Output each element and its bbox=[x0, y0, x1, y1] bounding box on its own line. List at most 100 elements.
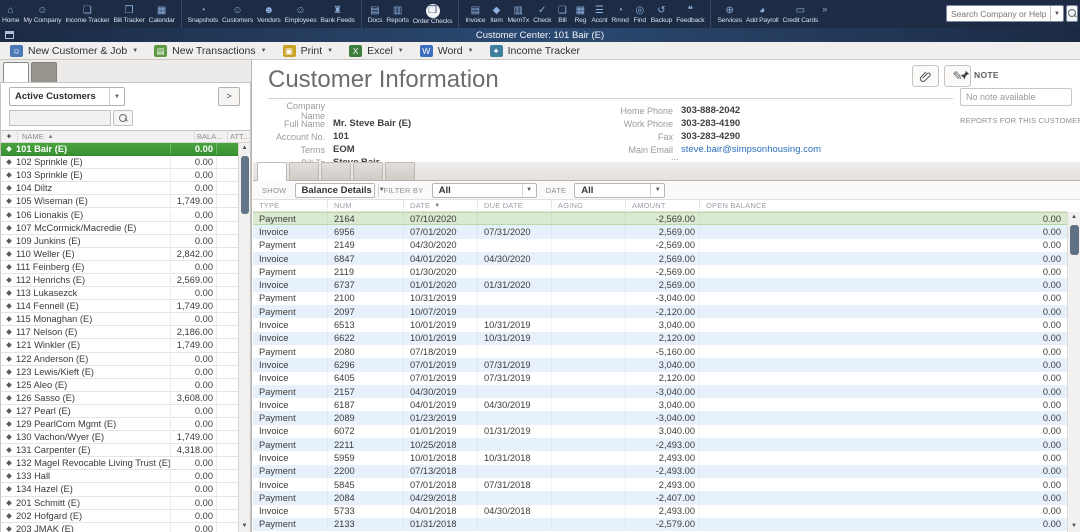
toolbar-item[interactable]: ❝ Feedback bbox=[674, 0, 711, 28]
transaction-row[interactable]: Invoice 5959 10/01/2018 10/31/2018 2,493… bbox=[253, 451, 1067, 464]
transaction-row[interactable]: Payment 2119 01/30/2020 -2,569.00 0.00 bbox=[253, 265, 1067, 278]
toolbar-item[interactable]: ❏ Income Tracker bbox=[63, 0, 111, 28]
due-date-column-header[interactable]: DUE DATE bbox=[477, 201, 551, 210]
customer-row[interactable]: 129 PearlCom Mgmt (E) 0.00 bbox=[1, 418, 238, 431]
transaction-row[interactable]: Payment 2080 07/18/2019 -5,160.00 0.00 bbox=[253, 345, 1067, 358]
customer-row[interactable]: 103 Sprinkle (E) 0.00 bbox=[1, 169, 238, 182]
scrollbar-thumb[interactable] bbox=[241, 156, 249, 214]
transaction-row[interactable]: Payment 2133 01/31/2018 -2,579.00 0.00 bbox=[253, 518, 1067, 531]
detail-tab[interactable] bbox=[321, 162, 351, 180]
toolbar-item[interactable]: ⊕ Services bbox=[715, 0, 743, 28]
action-button[interactable]: ▣ Print ▼ bbox=[283, 42, 334, 60]
action-button[interactable]: ✦ Income Tracker bbox=[490, 42, 580, 60]
left-panel-tab[interactable] bbox=[31, 62, 57, 82]
toolbar-item[interactable]: ▭ Credit Cards bbox=[780, 0, 820, 28]
toolbar-item[interactable]: ▦ Calendar bbox=[147, 0, 182, 28]
action-button[interactable]: X Excel ▼ bbox=[349, 42, 404, 60]
transaction-row[interactable]: Payment 2211 10/25/2018 -2,493.00 0.00 bbox=[253, 438, 1067, 451]
transaction-table-header[interactable]: TYPE NUM DATE▼ DUE DATE AGING AMOUNT OPE… bbox=[253, 200, 1067, 212]
date-dropdown[interactable]: All ▼ bbox=[574, 183, 665, 198]
customer-row[interactable]: 106 Lionakis (E) 0.00 bbox=[1, 208, 238, 221]
transaction-row[interactable]: Invoice 6513 10/01/2019 10/31/2019 3,040… bbox=[253, 318, 1067, 331]
customer-row[interactable]: 203 JMAK (E) 0.00 bbox=[1, 523, 238, 532]
customer-row[interactable]: 110 Weller (E) 2,842.00 bbox=[1, 248, 238, 261]
toolbar-item[interactable]: ☺ My Company bbox=[21, 0, 63, 28]
filter-by-dropdown[interactable]: All ▼ bbox=[432, 183, 537, 198]
show-dropdown[interactable]: Balance Details ▼ bbox=[295, 183, 375, 198]
customer-row[interactable]: 131 Carpenter (E) 4,318.00 bbox=[1, 444, 238, 457]
scroll-down-arrow-icon[interactable]: ▼ bbox=[239, 521, 250, 532]
customer-search-button[interactable] bbox=[113, 110, 133, 126]
transaction-row[interactable]: Invoice 6072 01/01/2019 01/31/2019 3,040… bbox=[253, 425, 1067, 438]
note-input[interactable]: No note available bbox=[960, 88, 1072, 106]
customer-list-scrollbar[interactable]: ▲ ▼ bbox=[238, 143, 250, 532]
customer-row[interactable]: 115 Monaghan (E) 0.00 bbox=[1, 313, 238, 326]
search-input[interactable] bbox=[947, 9, 1050, 19]
customer-view-dropdown[interactable]: Active Customers ▼ bbox=[9, 87, 125, 106]
customer-row[interactable]: 132 Magel Revocable Living Trust (E) 0.0… bbox=[1, 457, 238, 470]
transaction-row[interactable]: Payment 2164 07/10/2020 -2,569.00 0.00 bbox=[253, 212, 1067, 225]
toolbar-item[interactable]: ◎ Find bbox=[631, 0, 649, 28]
toolbar-item[interactable]: ▦ Reg bbox=[571, 0, 589, 28]
attach-column-icon[interactable]: ✦ bbox=[1, 132, 17, 141]
customer-row[interactable]: 133 Hall 0.00 bbox=[1, 470, 238, 483]
toolbar-item[interactable]: ◕ Add Payroll bbox=[744, 0, 781, 28]
transaction-table-scrollbar[interactable]: ▲ ▼ bbox=[1067, 212, 1080, 532]
action-button[interactable]: ☺ New Customer & Job ▼ bbox=[10, 42, 138, 60]
detail-tab[interactable] bbox=[385, 162, 415, 180]
transaction-row[interactable]: Invoice 6622 10/01/2019 10/31/2019 2,120… bbox=[253, 332, 1067, 345]
customer-row[interactable]: 101 Bair (E) 0.00 bbox=[1, 143, 238, 156]
scroll-up-arrow-icon[interactable]: ▲ bbox=[239, 143, 250, 154]
toolbar-item[interactable]: ⌂ Home bbox=[0, 0, 21, 28]
attachments-column-header[interactable]: ATT... bbox=[227, 132, 250, 141]
transaction-row[interactable]: Invoice 6187 04/01/2019 04/30/2019 3,040… bbox=[253, 398, 1067, 411]
num-column-header[interactable]: NUM bbox=[327, 201, 403, 210]
collapse-panel-button[interactable]: > bbox=[218, 87, 240, 106]
transaction-row[interactable]: Payment 2200 07/13/2018 -2,493.00 0.00 bbox=[253, 465, 1067, 478]
customer-row[interactable]: 201 Schmitt (E) 0.00 bbox=[1, 497, 238, 510]
scrollbar-thumb[interactable] bbox=[1070, 225, 1079, 255]
customer-row[interactable]: 125 Aleo (E) 0.00 bbox=[1, 379, 238, 392]
detail-tab[interactable] bbox=[289, 162, 319, 180]
toolbar-item[interactable]: ❏ Bill bbox=[553, 0, 571, 28]
customer-row[interactable]: 102 Sprinkle (E) 0.00 bbox=[1, 156, 238, 169]
toolbar-item[interactable]: ◔ Rmnd bbox=[609, 0, 630, 28]
customer-row[interactable]: 111 Feinberg (E) 0.00 bbox=[1, 261, 238, 274]
toolbar-item[interactable]: ↺ Backup bbox=[649, 0, 674, 28]
toolbar-item[interactable]: ☻ Vendors bbox=[255, 0, 283, 28]
action-button[interactable]: ▤ New Transactions ▼ bbox=[154, 42, 266, 60]
customer-row[interactable]: 127 Pearl (E) 0.00 bbox=[1, 405, 238, 418]
customer-row[interactable]: 134 Hazel (E) 0.00 bbox=[1, 483, 238, 496]
customer-row[interactable]: 107 McCormick/Macredie (E) 0.00 bbox=[1, 222, 238, 235]
scroll-up-arrow-icon[interactable]: ▲ bbox=[1068, 212, 1080, 223]
toolbar-item[interactable]: ☺ Customers bbox=[220, 0, 255, 28]
customer-row[interactable]: 126 Sasso (E) 3,608.00 bbox=[1, 392, 238, 405]
customer-row[interactable]: 122 Anderson (E) 0.00 bbox=[1, 353, 238, 366]
toolbar-item[interactable]: ♜ Bank Feeds bbox=[318, 0, 361, 28]
scroll-down-arrow-icon[interactable]: ▼ bbox=[1068, 521, 1080, 532]
search-go-button[interactable] bbox=[1066, 5, 1078, 22]
aging-column-header[interactable]: AGING bbox=[551, 201, 625, 210]
balance-column-header[interactable]: BALA... bbox=[194, 132, 227, 141]
transaction-row[interactable]: Invoice 6296 07/01/2019 07/31/2019 3,040… bbox=[253, 358, 1067, 371]
customer-row[interactable]: 123 Lewis/Kieft (E) 0.00 bbox=[1, 366, 238, 379]
toolbar-item[interactable]: ▤ Docs bbox=[366, 0, 385, 28]
toolbar-item[interactable]: ▥ MemTx bbox=[505, 0, 531, 28]
detail-tab[interactable] bbox=[353, 162, 383, 180]
transaction-row[interactable]: Payment 2097 10/07/2019 -2,120.00 0.00 bbox=[253, 305, 1067, 318]
customer-row[interactable]: 121 Winkler (E) 1,749.00 bbox=[1, 339, 238, 352]
customer-search-input[interactable] bbox=[9, 110, 111, 126]
transaction-row[interactable]: Payment 2089 01/23/2019 -3,040.00 0.00 bbox=[253, 411, 1067, 424]
customer-row[interactable]: 130 Vachon/Wyer (E) 1,749.00 bbox=[1, 431, 238, 444]
customer-row[interactable]: 109 Junkins (E) 0.00 bbox=[1, 235, 238, 248]
transaction-row[interactable]: Invoice 5733 04/01/2018 04/30/2018 2,493… bbox=[253, 505, 1067, 518]
customer-row[interactable]: 113 Lukasezck 0.00 bbox=[1, 287, 238, 300]
transaction-row[interactable]: Invoice 5845 07/01/2018 07/31/2018 2,493… bbox=[253, 478, 1067, 491]
transaction-row[interactable]: Payment 2149 04/30/2020 -2,569.00 0.00 bbox=[253, 239, 1067, 252]
customer-row[interactable]: 112 Henrichs (E) 2,569.00 bbox=[1, 274, 238, 287]
customer-row[interactable]: 117 Nelson (E) 2,186.00 bbox=[1, 326, 238, 339]
customer-row[interactable]: 105 Wiseman (E) 1,749.00 bbox=[1, 195, 238, 208]
toolbar-overflow-chevron[interactable]: » bbox=[822, 4, 827, 14]
toolbar-item[interactable]: ◔ Snapshots bbox=[186, 0, 220, 28]
toolbar-item[interactable]: ▤ Invoice bbox=[463, 0, 487, 28]
